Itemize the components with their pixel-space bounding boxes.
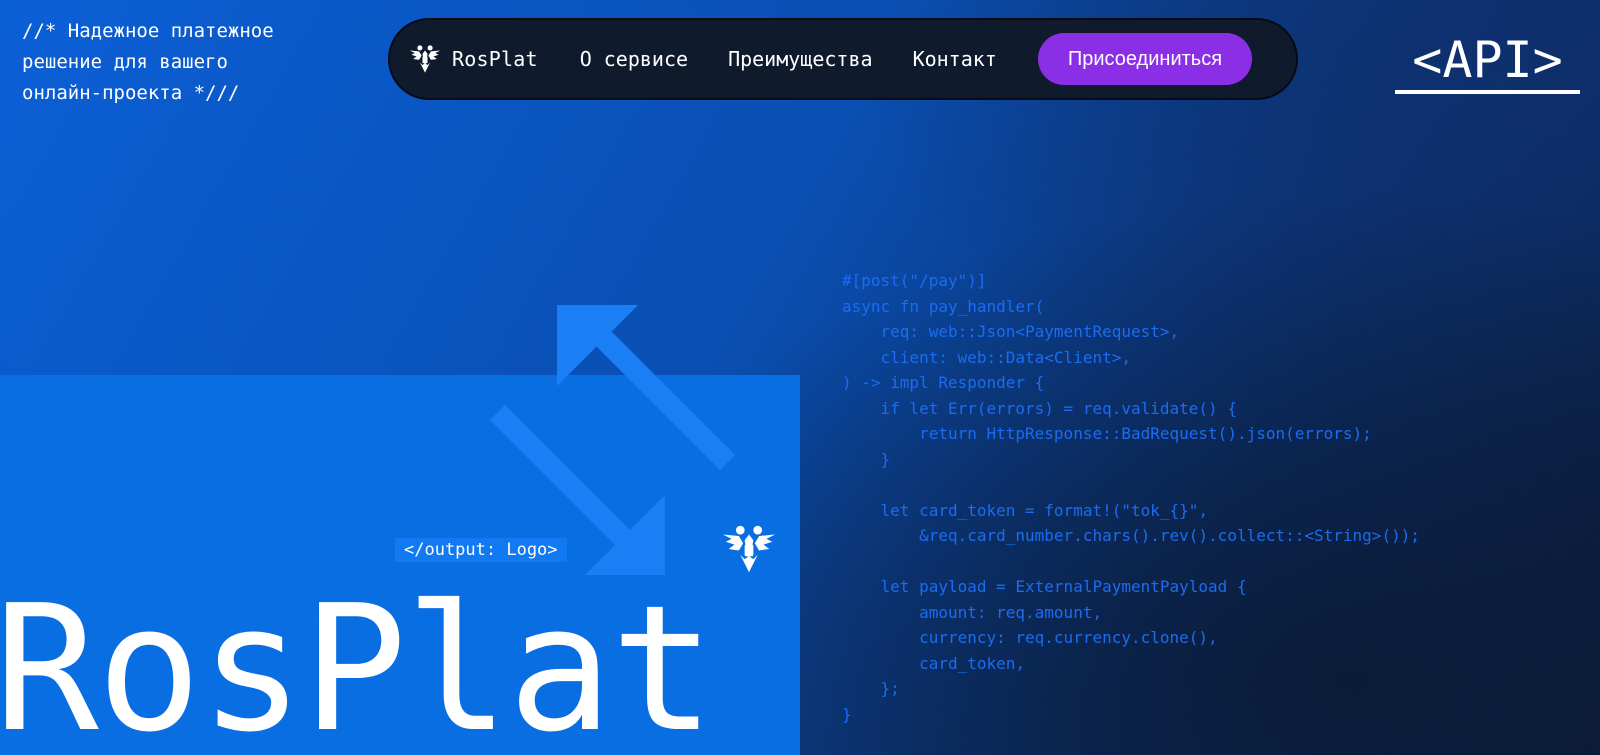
api-link[interactable]: <API> [1395, 30, 1580, 94]
code-line: }; [842, 679, 900, 698]
code-line: currency: req.currency.clone(), [842, 628, 1218, 647]
code-line: req: web::Json<PaymentRequest>, [842, 322, 1180, 341]
nav-link-contact[interactable]: Контакт [913, 47, 997, 71]
code-line: client: web::Data<Client>, [842, 347, 1131, 367]
brand-name: RosPlat [452, 47, 538, 71]
tagline-line-1: //* Надежное платежное [22, 20, 274, 42]
hero-title: RosPlat [0, 568, 715, 755]
code-line: let payload = ExternalPaymentPayload { [842, 577, 1247, 596]
code-line: amount: req.amount, [842, 602, 1103, 622]
code-block: #[post("/pay")] async fn pay_handler( req… [842, 268, 1420, 727]
brand-link[interactable]: RosPlat [408, 42, 538, 76]
join-button[interactable]: Присоединиться [1037, 33, 1253, 85]
code-line: async fn pay_handler( [842, 296, 1045, 316]
double-headed-eagle-icon [722, 525, 776, 573]
tagline: //* Надежное платежное решение для вашег… [22, 16, 352, 109]
tagline-line-3: онлайн-проекта */// [22, 82, 240, 104]
double-headed-eagle-icon [409, 45, 441, 73]
code-line: if let Err(errors) = req.validate() { [842, 398, 1237, 418]
code-line: return HttpResponse::BadRequest().json(e… [842, 424, 1372, 443]
code-line: ) -> impl Responder { [842, 373, 1045, 392]
navbar: RosPlat О сервисе Преимущества Контакт П… [388, 18, 1298, 100]
code-line: card_token, [842, 653, 1026, 673]
code-line: #[post("/pay")] [842, 271, 987, 290]
nav-link-about[interactable]: О сервисе [580, 47, 688, 71]
tagline-line-3-text: онлайн-проекта */ [22, 82, 217, 104]
code-line: } [842, 704, 852, 724]
code-line: } [842, 449, 891, 469]
code-line: &req.card_number.chars().rev().collect::… [842, 526, 1420, 545]
output-tag: </output: Logo> [395, 538, 567, 562]
nav-link-advantages[interactable]: Преимущества [728, 47, 873, 71]
code-line: let card_token = format!("tok_{}", [842, 500, 1209, 520]
tagline-line-2: решение для вашего [22, 51, 228, 73]
